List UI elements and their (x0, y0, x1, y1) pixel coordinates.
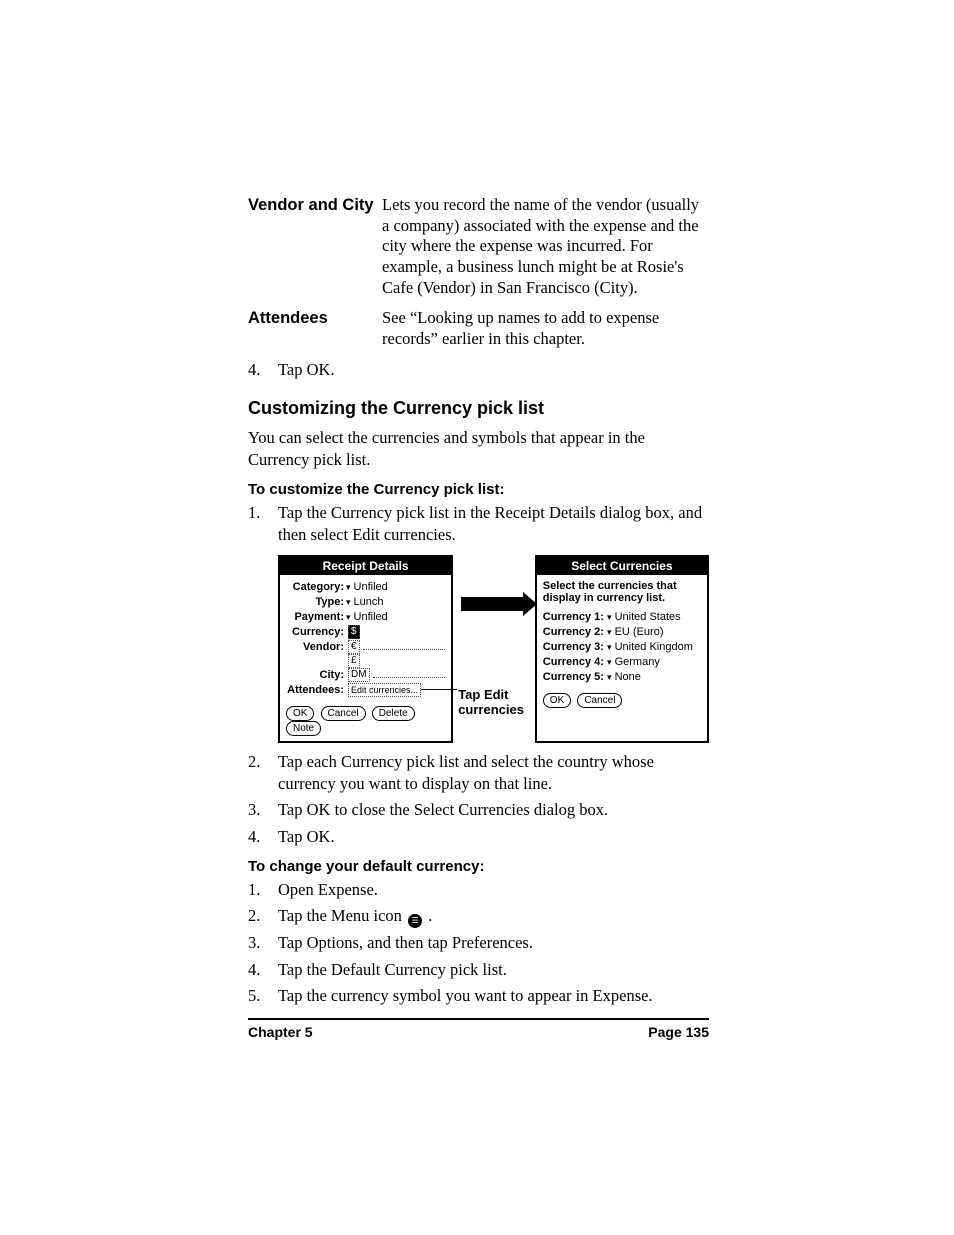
delete-button[interactable]: Delete (372, 706, 415, 721)
menu-icon: ☰ (408, 914, 422, 928)
step-number: 2. (248, 751, 278, 796)
section-heading: Customizing the Currency pick list (248, 398, 709, 419)
procedure-heading: To customize the Currency pick list: (248, 481, 709, 498)
label-type: Type: (286, 596, 346, 608)
currency-option[interactable]: £ (348, 654, 360, 668)
dialog-receipt-details: Receipt Details Category: Unfiled Type: … (278, 555, 453, 743)
label-currency-3: Currency 3: (543, 641, 604, 653)
menu-edit-currencies[interactable]: Edit currencies... (348, 683, 421, 697)
currency-option[interactable]: € (348, 640, 360, 654)
picklist-currency-1[interactable]: United States (615, 611, 681, 623)
note-button[interactable]: Note (286, 721, 321, 736)
callout-text: Tap Edit currencies (453, 688, 535, 718)
picklist-type[interactable]: Lunch (346, 596, 384, 608)
body-attendees: See “Looking up names to add to expense … (382, 308, 709, 349)
picklist-currency-3[interactable]: United Kingdom (615, 641, 693, 653)
step-number: 5. (248, 985, 278, 1007)
step-text: Tap the Currency pick list in the Receip… (278, 502, 709, 547)
footer-page: Page 135 (648, 1024, 709, 1040)
chevron-down-icon (346, 581, 351, 593)
dialog-title: Receipt Details (280, 557, 451, 575)
input-city[interactable] (373, 671, 446, 678)
definition-list: Vendor and City Lets you record the name… (248, 195, 709, 349)
body-vendor-city: Lets you record the name of the vendor (… (382, 195, 709, 298)
figure-callout: Tap Edit currencies (453, 555, 535, 743)
step-number: 3. (248, 799, 278, 821)
page-footer: Chapter 5 Page 135 (248, 1018, 709, 1040)
label-currency-2: Currency 2: (543, 626, 604, 638)
chevron-down-icon (607, 656, 612, 668)
chevron-down-icon (607, 611, 612, 623)
picklist-currency-5[interactable]: None (615, 671, 641, 683)
cancel-button[interactable]: Cancel (321, 706, 366, 721)
ok-button[interactable]: OK (286, 706, 314, 721)
step-text: Tap OK to close the Select Currencies di… (278, 799, 709, 821)
footer-rule (248, 1018, 709, 1020)
chevron-down-icon (346, 596, 351, 608)
label-vendor: Vendor: (286, 641, 346, 653)
picklist-category[interactable]: Unfiled (346, 581, 388, 593)
step-number: 4. (248, 826, 278, 848)
label-currency-1: Currency 1: (543, 611, 604, 623)
chevron-down-icon (607, 671, 612, 683)
footer-chapter: Chapter 5 (248, 1024, 313, 1040)
label-currency-5: Currency 5: (543, 671, 604, 683)
step-text: Tap the currency symbol you want to appe… (278, 985, 709, 1007)
step-text: Tap OK. (278, 359, 709, 381)
label-city: City: (286, 669, 346, 681)
leader-line (421, 689, 457, 690)
step-text: Open Expense. (278, 879, 709, 901)
step-text: Tap the Default Currency pick list. (278, 959, 709, 981)
procedure-heading: To change your default currency: (248, 858, 709, 875)
term-attendees: Attendees (248, 308, 382, 349)
step-text: Tap the Menu icon ☰ . (278, 905, 709, 928)
picklist-currency-2[interactable]: EU (Euro) (615, 626, 664, 638)
picklist-currency-4[interactable]: Germany (615, 656, 660, 668)
step-text: Tap OK. (278, 826, 709, 848)
dialog-select-currencies: Select Currencies Select the currencies … (535, 555, 709, 743)
cancel-button[interactable]: Cancel (577, 693, 622, 708)
label-currency: Currency: (286, 626, 346, 638)
picklist-currency[interactable]: $ (348, 625, 360, 639)
step-number: 1. (248, 502, 278, 547)
step-text: Tap Options, and then tap Preferences. (278, 932, 709, 954)
currency-option[interactable]: DM (348, 668, 370, 682)
ok-button[interactable]: OK (543, 693, 571, 708)
input-vendor[interactable] (363, 643, 446, 650)
picklist-payment[interactable]: Unfiled (346, 611, 388, 623)
step-number: 3. (248, 932, 278, 954)
step-number: 2. (248, 905, 278, 928)
label-category: Category: (286, 581, 346, 593)
dialog-instruction: Select the currencies that display in cu… (543, 580, 701, 604)
label-currency-4: Currency 4: (543, 656, 604, 668)
chevron-down-icon (607, 626, 612, 638)
dialog-title: Select Currencies (537, 557, 707, 575)
intro-paragraph: You can select the currencies and symbol… (248, 427, 709, 472)
chevron-down-icon (607, 641, 612, 653)
chevron-down-icon (346, 611, 351, 623)
step-number: 1. (248, 879, 278, 901)
arrow-icon (461, 597, 525, 611)
label-payment: Payment: (286, 611, 346, 623)
step-text: Tap each Currency pick list and select t… (278, 751, 709, 796)
term-vendor-city: Vendor and City (248, 195, 382, 298)
step-number: 4. (248, 959, 278, 981)
figure: Receipt Details Category: Unfiled Type: … (278, 555, 709, 743)
label-attendees: Attendees: (286, 684, 346, 696)
step-number: 4. (248, 359, 278, 381)
